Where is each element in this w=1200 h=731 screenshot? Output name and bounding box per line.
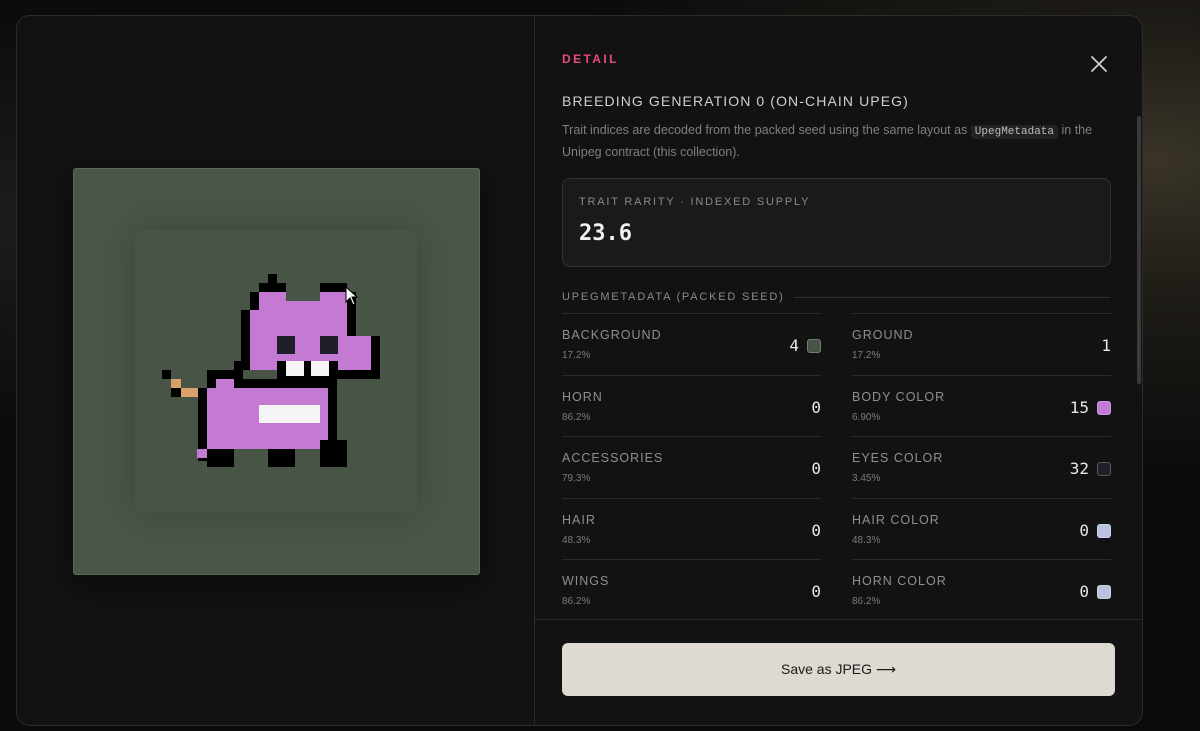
trait-color-swatch bbox=[1097, 400, 1111, 415]
trait-rarity-percent: 79.3% bbox=[562, 473, 591, 484]
trait-rarity-percent: 3.45% bbox=[852, 473, 881, 484]
trait-name: GROUND bbox=[852, 328, 914, 342]
mouse-cursor-icon bbox=[345, 286, 359, 306]
trait-rarity-percent: 86.2% bbox=[562, 596, 591, 607]
rarity-label: TRAIT RARITY · INDEXED SUPPLY bbox=[579, 196, 811, 208]
description-text-start: Trait indices are decoded from the packe… bbox=[562, 123, 971, 137]
trait-row: HORN COLOR 86.2% 0 bbox=[852, 559, 1111, 621]
trait-name: BODY COLOR bbox=[852, 389, 946, 404]
trait-value: 0 bbox=[1079, 520, 1089, 540]
trait-name: HORN bbox=[562, 389, 603, 404]
rarity-card: TRAIT RARITY · INDEXED SUPPLY 23.6 bbox=[562, 178, 1111, 267]
trait-rarity-percent: 17.2% bbox=[562, 350, 591, 361]
preview-pane bbox=[17, 16, 534, 725]
trait-value: 15 bbox=[1069, 397, 1089, 417]
footer-divider bbox=[535, 619, 1142, 620]
trait-value: 0 bbox=[1079, 582, 1089, 601]
detail-title: BREEDING GENERATION 0 (ON-CHAIN UPEG) bbox=[562, 93, 909, 109]
detail-pane: DETAIL BREEDING GENERATION 0 (ON-CHAIN U… bbox=[535, 16, 1142, 725]
trait-name: EYES COLOR bbox=[852, 451, 944, 465]
trait-row: ACCESSORIES 79.3% 0 bbox=[562, 436, 821, 498]
trait-value: 0 bbox=[811, 397, 821, 417]
trait-name: HAIR bbox=[562, 512, 596, 527]
trait-rarity-percent: 48.3% bbox=[562, 534, 591, 546]
trait-row: HORN 86.2% 0 bbox=[562, 374, 821, 437]
trait-name: BACKGROUND bbox=[562, 328, 662, 342]
trait-value: 4 bbox=[789, 336, 799, 355]
trait-name: ACCESSORIES bbox=[562, 451, 664, 465]
trait-value: 32 bbox=[1069, 459, 1089, 478]
trait-rarity-percent: 86.2% bbox=[562, 411, 591, 423]
metadata-section-heading: UPEGMETADATA (PACKED SEED) bbox=[562, 291, 785, 303]
rarity-value: 23.6 bbox=[579, 221, 632, 246]
trait-row: WINGS 86.2% 0 bbox=[562, 559, 821, 621]
detail-description: Trait indices are decoded from the packe… bbox=[562, 120, 1102, 162]
trait-row: EYES COLOR 3.45% 32 bbox=[852, 436, 1111, 498]
unipeg-sprite bbox=[162, 274, 380, 467]
save-as-jpeg-button[interactable]: Save as JPEG ⟶ bbox=[562, 643, 1115, 696]
artwork-card bbox=[73, 168, 480, 575]
trait-color-swatch bbox=[1097, 462, 1111, 476]
trait-row: BODY COLOR 6.90% 15 bbox=[852, 374, 1111, 437]
trait-row: HAIR COLOR 48.3% 0 bbox=[852, 497, 1111, 560]
close-icon[interactable] bbox=[1089, 54, 1109, 74]
trait-name: WINGS bbox=[562, 574, 610, 588]
trait-value: 0 bbox=[811, 459, 821, 478]
trait-name: HORN COLOR bbox=[852, 574, 947, 588]
trait-color-swatch bbox=[1097, 523, 1111, 538]
trait-rarity-percent: 48.3% bbox=[852, 534, 881, 546]
trait-rarity-percent: 86.2% bbox=[852, 596, 881, 607]
trait-rarity-percent: 17.2% bbox=[852, 350, 881, 361]
trait-value: 0 bbox=[811, 520, 821, 540]
section-divider bbox=[794, 297, 1110, 298]
trait-value: 1 bbox=[1101, 336, 1111, 355]
detail-modal: DETAIL BREEDING GENERATION 0 (ON-CHAIN U… bbox=[16, 15, 1143, 726]
trait-color-swatch bbox=[1097, 585, 1111, 599]
trait-row: BACKGROUND 17.2% 4 bbox=[562, 313, 821, 375]
scrollbar-thumb[interactable] bbox=[1137, 116, 1141, 384]
trait-row: GROUND 17.2% 1 bbox=[852, 313, 1111, 375]
trait-row: HAIR 48.3% 0 bbox=[562, 497, 821, 560]
pixel-art-image bbox=[135, 230, 417, 512]
trait-color-swatch bbox=[807, 339, 821, 353]
trait-rarity-percent: 6.90% bbox=[852, 411, 881, 423]
trait-value: 0 bbox=[811, 582, 821, 601]
section-eyebrow: DETAIL bbox=[562, 52, 619, 66]
description-code: UpegMetadata bbox=[970, 125, 1059, 139]
trait-name: HAIR COLOR bbox=[852, 512, 940, 527]
